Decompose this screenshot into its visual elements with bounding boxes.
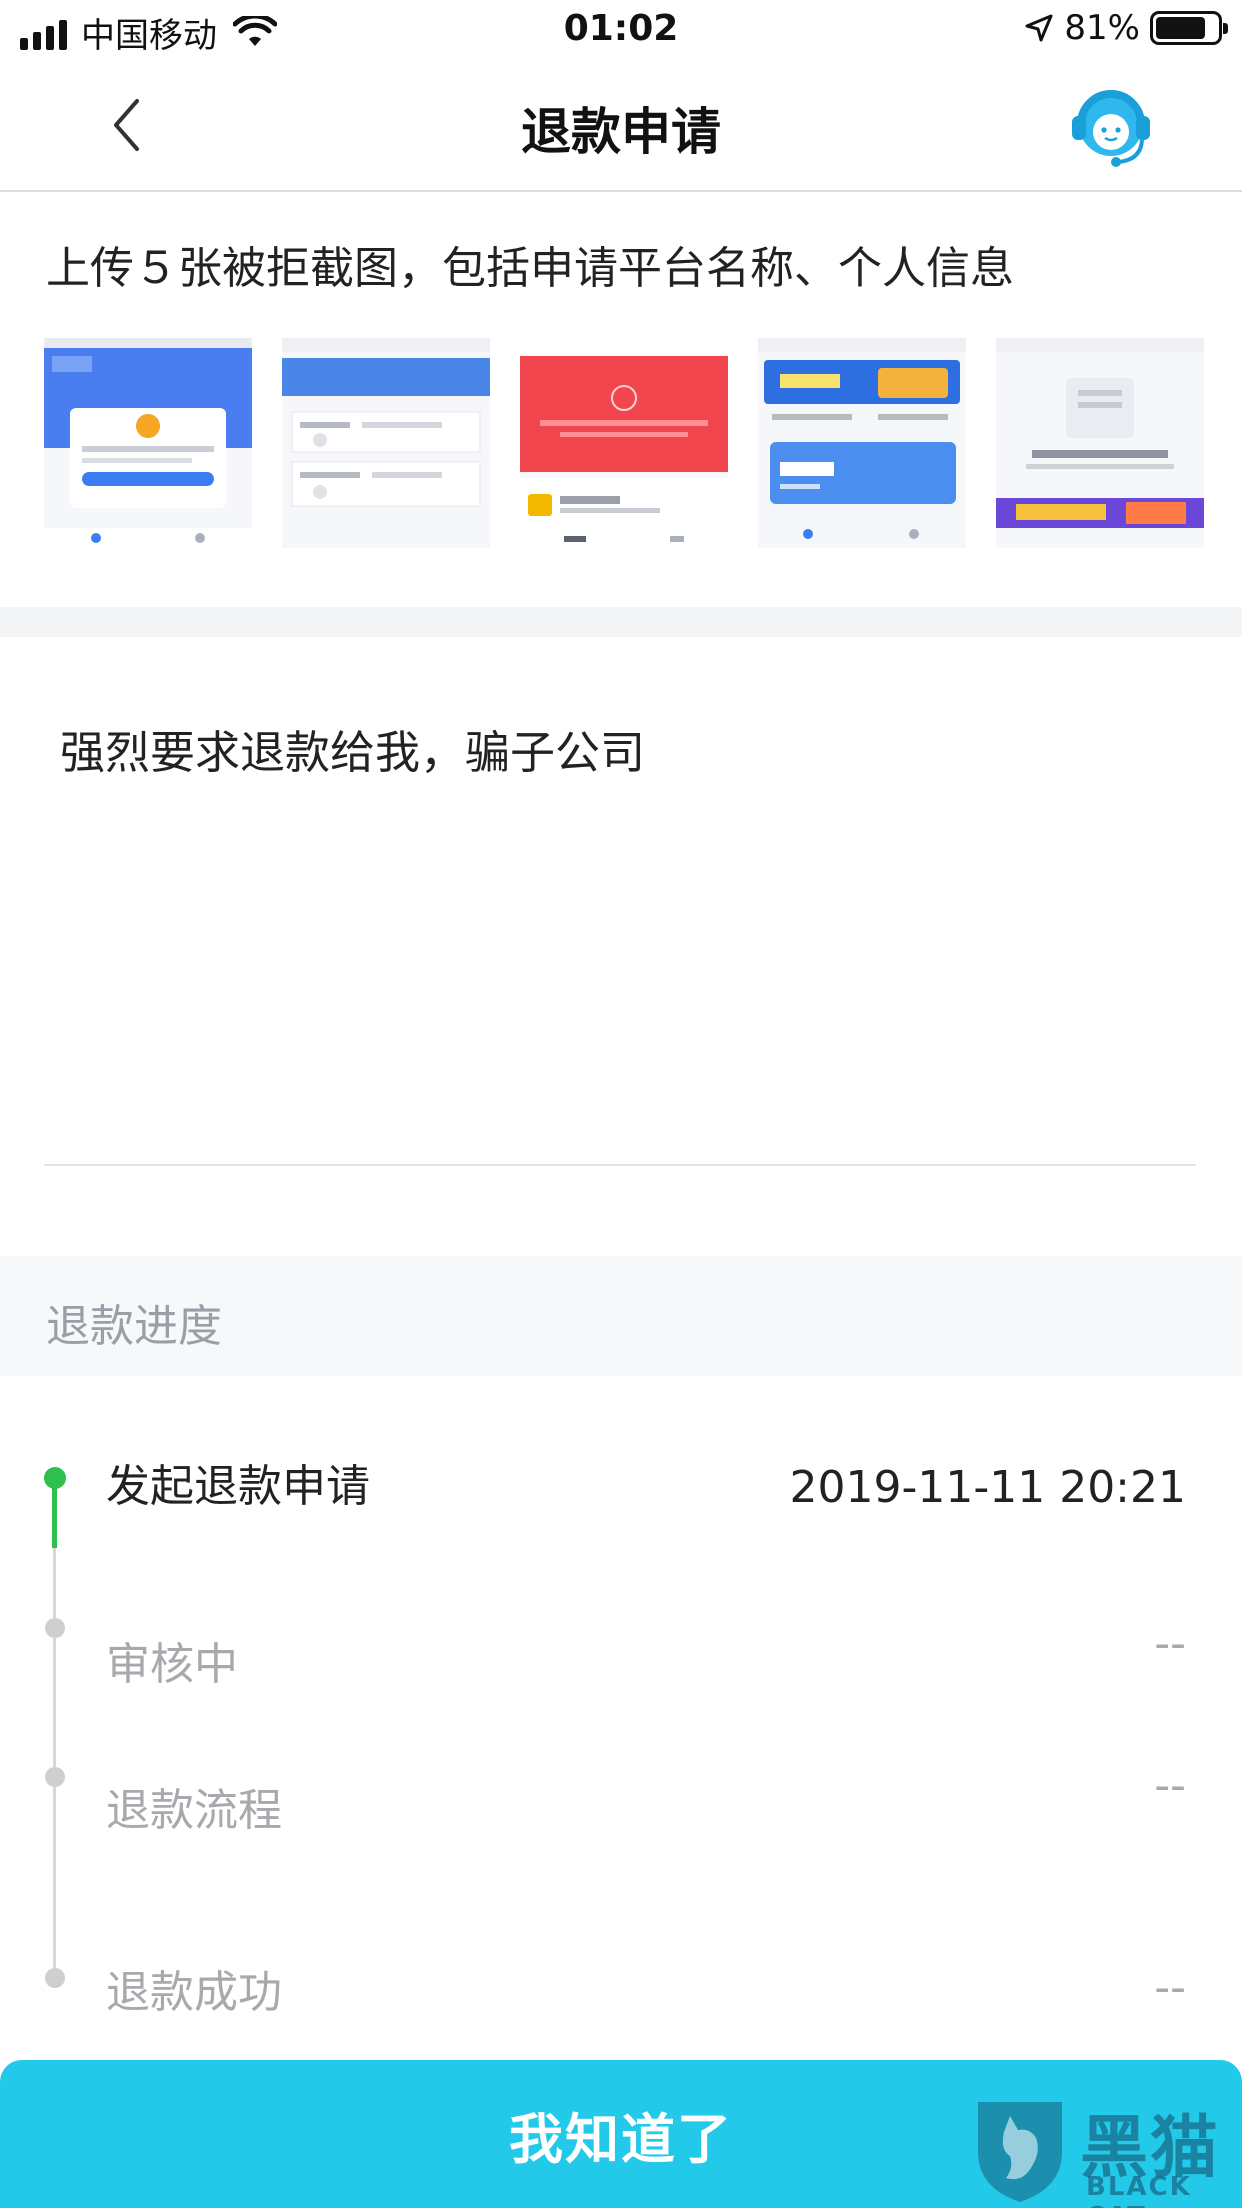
- step-label-process: 退款流程: [106, 1785, 282, 1836]
- thumbnail-1[interactable]: [44, 338, 252, 548]
- step-time-submit: 2019-11-11 20:21: [789, 1462, 1187, 1513]
- black-cat-logo-icon: [978, 2102, 1062, 2202]
- step-label-success: 退款成功: [106, 1967, 282, 2018]
- upload-hint: 上传５张被拒截图，包括申请平台名称、个人信息: [46, 243, 1014, 294]
- step-label-submit: 发起退款申请: [106, 1461, 370, 1512]
- progress-title: 退款进度: [46, 1301, 222, 1352]
- step-dot-1: [44, 1467, 66, 1489]
- screenshot-thumbnails: [44, 338, 1204, 548]
- progress-track: [53, 1478, 56, 1983]
- thumbnail-2[interactable]: [282, 338, 490, 548]
- thumbnail-4[interactable]: [758, 338, 966, 548]
- acknowledge-button-label: 我知道了: [509, 2107, 733, 2171]
- refund-application-screen: 中国移动 01:02 81% 退款申请 上传５张被拒截图，包括申请平台名称、个人…: [0, 0, 1242, 2208]
- status-bar: 中国移动 01:02 81%: [0, 0, 1242, 62]
- battery-percent: 81%: [1064, 8, 1140, 48]
- blackcat-watermark: 黑猫 BLACK CAT: [970, 2092, 1230, 2208]
- step-dot-3: [45, 1767, 65, 1787]
- thumbnail-5[interactable]: [996, 338, 1204, 548]
- watermark-en: BLACK CAT: [1086, 2172, 1192, 2208]
- step-time-process: --: [1154, 1760, 1186, 1811]
- refund-reason-text[interactable]: 强烈要求退款给我，骗子公司: [60, 716, 645, 781]
- progress-header: 退款进度: [0, 1256, 1242, 1376]
- step-time-success: --: [1154, 1962, 1186, 2013]
- customer-service-headset-icon[interactable]: [1068, 80, 1154, 172]
- step-dot-4: [45, 1968, 65, 1988]
- step-dot-2: [45, 1618, 65, 1638]
- page-title: 退款申请: [521, 103, 721, 161]
- section-divider: [0, 607, 1242, 637]
- nav-bar: 退款申请: [0, 62, 1242, 192]
- reason-underline: [44, 1164, 1196, 1166]
- thumbnail-3[interactable]: [520, 338, 728, 548]
- step-label-review: 审核中: [106, 1639, 238, 1690]
- step-time-review: --: [1154, 1618, 1186, 1669]
- battery-icon: [1150, 11, 1228, 45]
- location-arrow-icon: [1025, 14, 1053, 42]
